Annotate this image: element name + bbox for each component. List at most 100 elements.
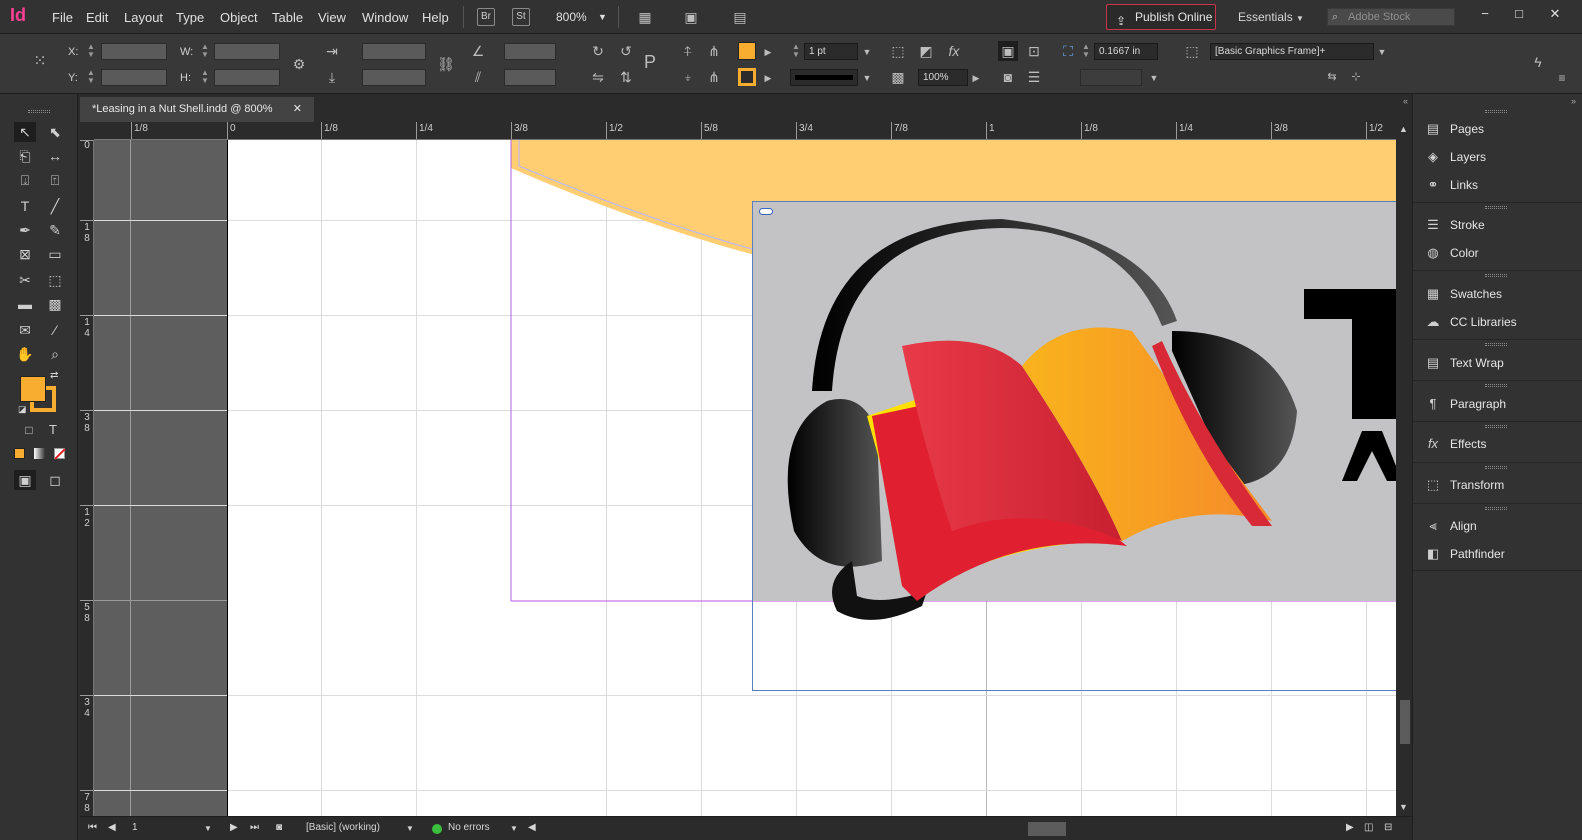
dimension-stepper[interactable]: ▲ ▼ (1080, 43, 1092, 60)
pencil-tool-icon[interactable]: ✎ (44, 220, 66, 240)
panel-align[interactable]: ⫷ Align (1413, 513, 1582, 539)
reference-point-icon[interactable]: ⁙ (30, 52, 50, 72)
stroke-weight-stepper[interactable]: ▲ ▼ (790, 43, 802, 60)
formatting-text-icon[interactable]: T (42, 420, 64, 440)
default-colors-icon[interactable]: ◪ (18, 404, 27, 415)
chevron-down-icon[interactable]: ▼ (510, 824, 518, 833)
quick-apply-icon[interactable]: ϟ (1528, 52, 1548, 72)
y-stepper[interactable]: ▲ ▼ (85, 69, 97, 86)
menu-window[interactable]: Window (362, 10, 408, 25)
rotation-field[interactable] (504, 43, 556, 60)
gradient-feather-tool-icon[interactable]: ▩ (44, 294, 66, 314)
rotate-ccw-icon[interactable]: ↺ (616, 41, 636, 61)
panel-pages[interactable]: ▤ Pages (1413, 116, 1582, 142)
menu-table[interactable]: Table (272, 10, 303, 25)
y-field[interactable] (101, 69, 167, 86)
new-style-icon[interactable]: ⊹ (1346, 67, 1366, 87)
shear-field[interactable] (504, 69, 556, 86)
gradient-swatch-tool-icon[interactable]: ▬ (14, 294, 36, 314)
fit-content-frame-icon[interactable]: ▣ (998, 41, 1018, 61)
scroll-up-icon[interactable]: ▲ (1399, 124, 1408, 134)
maximize-button[interactable]: □ (1508, 4, 1530, 24)
apply-color-icon[interactable] (14, 448, 25, 459)
normal-mode-icon[interactable]: ▣ (14, 470, 36, 490)
panel-stroke[interactable]: ☰ Stroke (1413, 212, 1582, 238)
first-page-icon[interactable]: ⏮ (88, 822, 97, 833)
shadow-icon[interactable]: ◩ (916, 41, 936, 61)
panel-swatches[interactable]: ▦ Swatches (1413, 281, 1582, 307)
page-tool-icon[interactable]: ⎗ (14, 146, 36, 166)
page-number-field[interactable]: 1 (132, 822, 138, 833)
next-page-icon[interactable]: ▶ (230, 822, 238, 833)
effects-icon[interactable]: fx (944, 41, 964, 61)
rotate-angle-icon[interactable]: ∠ (468, 41, 488, 61)
document-tab[interactable]: *Leasing in a Nut Shell.indd @ 800% ✕ (80, 97, 314, 122)
panel-menu-icon[interactable]: ≡ (1552, 68, 1572, 88)
panel-paragraph[interactable]: ¶ Paragraph (1413, 391, 1582, 417)
menu-view[interactable]: View (318, 10, 346, 25)
screen-mode-icon[interactable]: ▣ (681, 7, 701, 27)
pen-tool-icon[interactable]: ✒ (14, 220, 36, 240)
corner-size-field[interactable]: 0.1667 in (1094, 43, 1158, 60)
menu-edit[interactable]: Edit (86, 10, 108, 25)
object-style-dropdown[interactable]: [Basic Graphics Frame]+ (1210, 43, 1374, 60)
collapse-icon[interactable]: « (1403, 96, 1408, 106)
last-page-icon[interactable]: ⏭ (250, 822, 259, 833)
w-field[interactable] (214, 43, 280, 60)
rectangle-tool-icon[interactable]: ▭ (44, 244, 66, 264)
flip-vertical-icon[interactable]: ⇅ (616, 67, 636, 87)
ruler-origin[interactable] (80, 122, 94, 140)
stroke-weight-field[interactable]: 1 pt (804, 43, 858, 60)
apply-none-icon[interactable] (54, 448, 66, 460)
h-field[interactable] (214, 69, 280, 86)
bridge-button[interactable]: Br (477, 8, 495, 26)
preview-mode-icon[interactable]: ◻ (44, 470, 66, 490)
rotate-cw-icon[interactable]: ↻ (588, 41, 608, 61)
panel-pathfinder[interactable]: ◧ Pathfinder (1413, 541, 1582, 567)
panel-cc-libraries[interactable]: ☁ CC Libraries (1413, 309, 1582, 335)
center-content-icon[interactable]: ◙ (998, 67, 1018, 87)
scale-y-icon[interactable]: ⤓ (322, 67, 342, 87)
open-page-icon[interactable]: ◙ (276, 822, 282, 833)
line-tool-icon[interactable]: ╱ (44, 196, 66, 216)
menu-type[interactable]: Type (176, 10, 204, 25)
scale-x-field[interactable] (362, 43, 426, 60)
gap-tool-icon[interactable]: ↔ (44, 146, 66, 166)
x-stepper[interactable]: ▲ ▼ (85, 43, 97, 60)
scale-x-icon[interactable]: ⇥ (322, 41, 342, 61)
stroke-menu-icon[interactable]: ▶ (758, 68, 778, 88)
panel-color[interactable]: ◍ Color (1413, 240, 1582, 266)
split-window-icon[interactable]: ◫ (1364, 822, 1373, 833)
fill-color-swatch[interactable] (20, 376, 46, 402)
formatting-container-icon[interactable]: □ (18, 420, 40, 440)
hand-tool-icon[interactable]: ✋ (14, 344, 36, 364)
swap-colors-icon[interactable]: ⇄ (50, 370, 58, 381)
type-tool-icon[interactable]: T (14, 196, 36, 216)
h-stepper[interactable]: ▲ ▼ (199, 69, 211, 86)
workspace-switcher[interactable]: Essentials ▼ (1238, 10, 1304, 24)
chevron-down-icon[interactable]: ▼ (204, 824, 212, 833)
document-canvas[interactable] (94, 140, 1396, 816)
chevron-down-icon[interactable]: ▼ (598, 12, 607, 22)
fill-menu-icon[interactable]: ▶ (758, 42, 778, 62)
fit-frame-content-icon[interactable]: ⊡ (1024, 41, 1044, 61)
clear-overrides-icon[interactable]: ⇆ (1322, 67, 1342, 87)
panel-layers[interactable]: ◈ Layers (1413, 144, 1582, 170)
apply-gradient-icon[interactable] (34, 448, 45, 459)
select-content-icon[interactable]: ⋔ (704, 41, 724, 61)
x-field[interactable] (101, 43, 167, 60)
minimize-button[interactable]: − (1474, 4, 1496, 24)
chevron-down-icon[interactable]: ▼ (857, 68, 877, 88)
selection-tool-icon[interactable]: ↖ (14, 122, 36, 142)
scroll-left-icon[interactable]: ◀ (528, 822, 536, 833)
constrain-proportions-icon[interactable]: ⛓ (436, 54, 456, 74)
fill-swatch[interactable] (738, 42, 756, 60)
auto-fit-icon[interactable]: ⛶ (1058, 41, 1078, 61)
gear-icon[interactable]: ⚙ (289, 54, 309, 74)
close-button[interactable]: ✕ (1544, 4, 1566, 24)
view-style[interactable]: [Basic] (working) (306, 822, 380, 833)
adobe-stock-search[interactable]: ⌕ Adobe Stock (1327, 8, 1455, 26)
panel-text-wrap[interactable]: ▤ Text Wrap (1413, 350, 1582, 376)
scale-y-field[interactable] (362, 69, 426, 86)
chevron-down-icon[interactable]: ▼ (406, 824, 414, 833)
